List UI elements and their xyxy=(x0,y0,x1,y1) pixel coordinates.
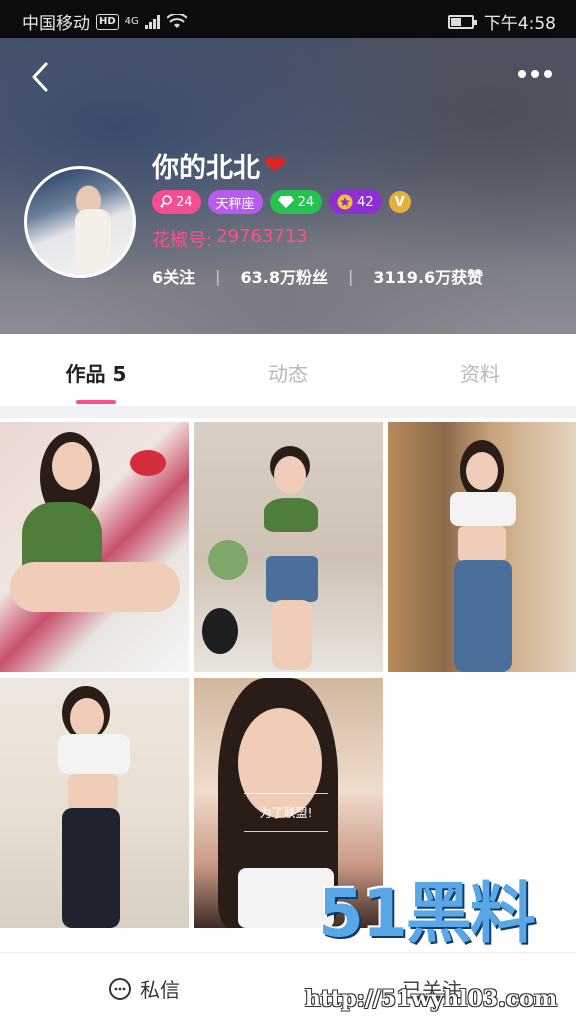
diamond-icon xyxy=(277,196,294,208)
profile-header: 你的北北 ❤ 24 天秤座 24 42 V 花椒号: 29763713 6关注 … xyxy=(0,38,576,334)
heart-icon: ❤ xyxy=(264,150,287,181)
work-thumbnail-1[interactable] xyxy=(0,422,189,672)
tab-works[interactable]: 作品 5 xyxy=(0,334,192,406)
more-options-icon[interactable] xyxy=(516,64,554,84)
stats-divider: | xyxy=(215,266,221,286)
chat-bubble-icon xyxy=(109,977,131,1000)
signal-icon xyxy=(144,14,160,29)
badge-row: 24 天秤座 24 42 V xyxy=(152,190,411,214)
status-bar: 中国移动 HD 4G 下午4:58 xyxy=(0,0,576,38)
user-id: 花椒号: 29763713 xyxy=(152,226,308,251)
profile-tabs: 作品 5 动态 资料 xyxy=(0,334,576,406)
tab-moments[interactable]: 动态 xyxy=(192,334,384,406)
back-icon[interactable] xyxy=(26,60,56,94)
nickname-text: 你的北北 xyxy=(152,153,260,184)
tab-divider xyxy=(0,406,576,418)
avatar[interactable] xyxy=(24,166,136,278)
female-icon xyxy=(160,195,172,208)
work-thumbnail-4[interactable] xyxy=(0,678,189,928)
star-level-badge: 42 xyxy=(329,190,382,214)
stats-divider: | xyxy=(348,266,354,286)
following-count[interactable]: 6关注 xyxy=(152,264,195,288)
clock: 下午4:58 xyxy=(483,14,556,34)
likes-count: 3119.6万获赞 xyxy=(373,268,484,287)
carrier-label: 中国移动 xyxy=(22,14,90,34)
tab-profile-info[interactable]: 资料 xyxy=(384,334,576,406)
diamond-level-badge: 24 xyxy=(269,190,323,214)
gender-age-badge: 24 xyxy=(152,190,201,214)
watermark-url: http://51wyhl03.com xyxy=(304,986,558,1012)
hd-icon: HD xyxy=(96,13,119,30)
stats-row: 6关注 | 63.8万粉丝 | 3119.6万获赞 xyxy=(152,264,483,288)
wifi-icon xyxy=(166,13,187,28)
profile-nickname: 你的北北 ❤ xyxy=(152,146,287,185)
watermark-logo: 51黑料 xyxy=(300,848,568,968)
private-message-button[interactable]: 私信 xyxy=(0,953,288,1024)
fans-count[interactable]: 63.8万粉丝 xyxy=(241,264,328,288)
watermark-brand: 51黑料 xyxy=(318,875,536,952)
work-thumbnail-2[interactable] xyxy=(194,422,383,672)
star-icon xyxy=(337,194,353,210)
work-thumbnail-3[interactable] xyxy=(388,422,576,672)
zodiac-badge: 天秤座 xyxy=(207,190,263,214)
network-label: 4G xyxy=(124,16,139,27)
battery-icon xyxy=(447,14,477,29)
verified-icon: V xyxy=(388,191,411,213)
video-caption: 为了联盟! xyxy=(244,793,328,832)
message-label: 私信 xyxy=(140,978,180,1002)
